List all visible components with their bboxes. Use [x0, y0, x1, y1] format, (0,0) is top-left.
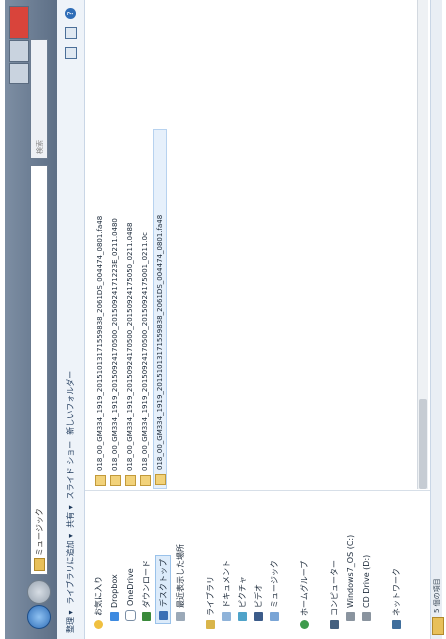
nav-item-desktop[interactable]: デスクトップ: [155, 555, 171, 624]
minimize-button[interactable]: [9, 62, 29, 84]
horizontal-scrollbar[interactable]: [417, 0, 428, 489]
preview-pane-icon[interactable]: [64, 27, 77, 39]
nav-label: ドキュメント: [221, 560, 231, 608]
list-item-selected[interactable]: 018_00_GM334_1919_20151013171559838_2061…: [153, 129, 167, 489]
list-item[interactable]: 018_00_GM334_1919_20150924170500_2015092…: [108, 0, 122, 489]
nav-item-videos[interactable]: ビデオ: [251, 584, 265, 621]
nav-label: ホームグループ: [299, 560, 309, 616]
file-name: 018_00_GM334_1919_20151013171559838_2061…: [96, 215, 104, 471]
hard-drive-icon: [345, 612, 355, 621]
address-path: ミュージック: [35, 508, 44, 556]
desktop-icon: [158, 611, 168, 620]
nav-label: ミュージック: [269, 560, 279, 608]
list-item[interactable]: 018_00_GM334_1919_20150924170500_2015092…: [138, 0, 152, 489]
nav-item-libraries[interactable]: ライブラリ: [203, 576, 217, 629]
organize-button[interactable]: 整理 ▾: [65, 610, 76, 633]
search-input[interactable]: 検索: [30, 39, 48, 159]
file-name: 018_00_GM334_1919_20150924170500_2015092…: [126, 222, 134, 471]
nav-label: デスクトップ: [158, 559, 168, 607]
new-folder-button[interactable]: 新しいフォルダー: [65, 371, 76, 435]
file-list: 018_00_GM334_1919_20151013171559838_2061…: [87, 0, 430, 489]
file-icon: [124, 475, 136, 486]
nav-item-cd-drive[interactable]: CD Drive (D:): [359, 555, 373, 621]
nav-label: ネットワーク: [391, 568, 401, 616]
nav-item-dropbox[interactable]: Dropbox: [107, 574, 121, 621]
nav-item-favorites[interactable]: お気に入り: [91, 576, 105, 629]
music-icon: [269, 612, 279, 621]
file-name: 018_00_GM334_1919_20150924170500_2015092…: [141, 232, 149, 471]
title-bar: ミュージック 検索: [5, 0, 57, 639]
explorer-window: ミュージック 検索 整理 ▾ ライブラリに追加 ▾ 共有 ▾ スライド ショー …: [5, 0, 444, 639]
list-item[interactable]: 018_00_GM334_1919_20151013171559838_2061…: [93, 0, 107, 489]
computer-icon: [329, 620, 339, 629]
maximize-button[interactable]: [9, 40, 29, 62]
nav-label: ライブラリ: [205, 576, 215, 616]
details-pane: 5 個の項目: [430, 0, 444, 639]
network-icon: [391, 620, 401, 629]
nav-item-downloads[interactable]: ダウンロード: [139, 560, 153, 621]
nav-item-network[interactable]: ネットワーク: [389, 568, 403, 629]
nav-label: お気に入り: [93, 576, 103, 616]
star-icon: [93, 620, 103, 629]
file-name: 018_00_GM334_1919_20150924170500_2015092…: [111, 218, 119, 471]
videos-icon: [253, 612, 263, 621]
folder-icon: [34, 558, 45, 571]
change-view-icon[interactable]: [64, 47, 77, 59]
close-button[interactable]: [9, 6, 29, 40]
navigation-pane: お気に入り Dropbox OneDrive ダウンロード デスクトップ 最近表…: [85, 490, 430, 639]
help-icon[interactable]: ?: [65, 8, 76, 19]
file-icon: [94, 475, 106, 486]
item-count: 5 個の項目: [433, 578, 441, 613]
window-controls: [9, 6, 29, 84]
slideshow-button[interactable]: スライド ショー: [65, 441, 76, 500]
nav-label: ピクチャ: [237, 576, 247, 608]
nav-item-windows-drive[interactable]: Windows7_OS (C:): [343, 535, 357, 621]
documents-icon: [221, 612, 231, 621]
command-bar: 整理 ▾ ライブラリに追加 ▾ 共有 ▾ スライド ショー 新しいフォルダー ?: [57, 0, 85, 639]
nav-item-recent[interactable]: 最近表示した場所: [173, 544, 187, 621]
file-icon: [109, 475, 121, 486]
nav-label: Dropbox: [109, 574, 119, 608]
file-icon: [139, 475, 151, 486]
dropbox-icon: [109, 612, 119, 621]
onedrive-icon: [124, 610, 136, 621]
include-in-library-button[interactable]: ライブラリに追加 ▾: [65, 534, 76, 605]
pictures-icon: [237, 612, 247, 621]
list-item[interactable]: 018_00_GM334_1919_20150924170500_2015092…: [123, 0, 137, 489]
library-icon: [205, 620, 215, 629]
folder-icon: [432, 617, 444, 635]
address-bar[interactable]: ミュージック: [30, 165, 48, 575]
homegroup-icon: [299, 620, 309, 629]
nav-label: コンピューター: [329, 560, 339, 616]
recent-places-icon: [175, 612, 185, 621]
nav-item-documents[interactable]: ドキュメント: [219, 560, 233, 621]
nav-label: ビデオ: [253, 584, 263, 608]
download-icon: [141, 612, 151, 621]
nav-item-homegroup[interactable]: ホームグループ: [297, 561, 311, 629]
nav-label: ダウンロード: [141, 560, 151, 608]
nav-item-music[interactable]: ミュージック: [267, 560, 281, 621]
back-button[interactable]: [27, 605, 51, 629]
nav-item-computer[interactable]: コンピューター: [327, 560, 341, 629]
nav-item-onedrive[interactable]: OneDrive: [123, 568, 137, 621]
nav-label: CD Drive (D:): [361, 554, 371, 608]
nav-label: OneDrive: [125, 568, 135, 606]
file-name: 018_00_GM334_1919_20151013171559838_2061…: [156, 214, 164, 470]
cd-drive-icon: [361, 612, 371, 621]
view-controls: ?: [64, 8, 77, 59]
nav-label: 最近表示した場所: [175, 544, 185, 608]
forward-button[interactable]: [27, 580, 51, 604]
scrollbar-thumb[interactable]: [419, 399, 427, 489]
share-button[interactable]: 共有 ▾: [65, 505, 76, 528]
file-icon: [154, 474, 166, 485]
nav-label: Windows7_OS (C:): [345, 534, 355, 608]
nav-item-pictures[interactable]: ピクチャ: [235, 576, 249, 621]
